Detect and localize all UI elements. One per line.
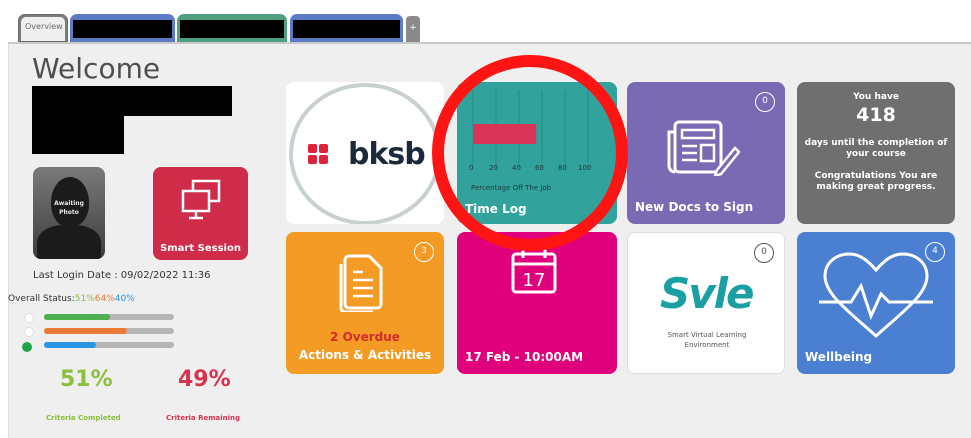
page-title: Welcome	[32, 52, 161, 85]
criteria-remaining-label: Criteria Remaining	[166, 414, 241, 422]
progress-fill-2	[44, 328, 128, 334]
newspaper-icon	[667, 120, 741, 176]
redacted-tab-label	[180, 20, 284, 38]
course-line-3: your course	[846, 149, 906, 159]
criteria-completed-label: Criteria Completed	[46, 414, 121, 422]
calendar-icon: 17	[511, 249, 557, 294]
monitors-icon	[181, 179, 221, 220]
svle-count-badge: 0	[754, 243, 774, 263]
avatar-text-line1: Awaiting	[54, 200, 84, 207]
tab-overview-label: Overview	[21, 17, 65, 41]
bksb-logo-text: bksb	[348, 137, 426, 172]
course-days: 418	[856, 104, 896, 126]
new-docs-label: New Docs to Sign	[635, 200, 754, 214]
redacted-tab-label	[73, 20, 172, 38]
last-login-date: Last Login Date : 09/02/2022 11:36	[33, 270, 211, 281]
new-docs-tile[interactable]: 0 New Docs to Sign	[627, 82, 785, 224]
progress-fill-3	[44, 342, 96, 348]
course-line-1: You have	[853, 92, 899, 102]
actions-tile[interactable]: 3 2 Overdue Actions & Activities	[286, 232, 444, 374]
tab-bar: Overview +	[0, 0, 971, 42]
criteria-completed-value: 51%	[60, 367, 113, 392]
svle-logo: Svle	[660, 269, 755, 318]
status-dot-3	[22, 342, 32, 352]
overall-status: Overall Status:51%64%40%	[8, 294, 135, 304]
next-session-label: 17 Feb - 10:00AM	[465, 350, 584, 364]
annotation-circle	[432, 55, 628, 251]
redacted-user-name	[32, 86, 232, 116]
tab-overview[interactable]: Overview	[18, 14, 68, 42]
status-dot-2	[24, 327, 34, 337]
course-line-4: Congratulations You are	[814, 171, 938, 181]
tab-redacted-3[interactable]	[290, 14, 403, 42]
criteria-remaining-value: 49%	[178, 367, 231, 392]
avatar-text-line2: Photo	[59, 209, 79, 216]
next-session-tile[interactable]: 17 17 Feb - 10:00AM	[457, 232, 617, 374]
tab-redacted-2[interactable]	[177, 14, 287, 42]
redacted-user-detail	[32, 116, 124, 154]
progress-fill-1	[44, 314, 111, 320]
course-line-5: making great progress.	[816, 182, 936, 192]
progress-bar-2	[44, 328, 174, 334]
svle-tile[interactable]: 0 Svle Smart Virtual Learning Environmen…	[627, 232, 785, 374]
progress-bar-3	[44, 342, 174, 348]
bksb-logo-icon	[308, 144, 328, 164]
overall-status-label: Overall Status:	[8, 294, 75, 304]
calendar-day: 17	[523, 270, 546, 291]
course-countdown-tile: You have 418 days until the completion o…	[797, 82, 955, 224]
redacted-tab-label	[293, 20, 400, 38]
status-value-3: 40%	[114, 294, 135, 304]
overdue-count: 2 Overdue	[330, 330, 400, 344]
smart-session-label: Smart Session	[160, 243, 241, 254]
avatar-placeholder-text: Awaiting Photo	[33, 199, 105, 217]
tab-redacted-1[interactable]	[70, 14, 175, 42]
bksb-tile[interactable]: bksb	[286, 82, 444, 224]
documents-icon	[339, 254, 383, 312]
docs-count-badge: 0	[755, 92, 775, 112]
course-line-2: days until the completion of	[804, 138, 948, 148]
svle-caption-1: Smart Virtual Learning	[667, 331, 747, 339]
status-dot-1	[24, 313, 34, 323]
status-value-1: 51%	[74, 294, 95, 304]
avatar-body	[37, 225, 101, 259]
heartbeat-icon	[819, 252, 933, 339]
avatar: Awaiting Photo	[33, 167, 105, 259]
status-value-2: 64%	[94, 294, 115, 304]
add-tab-button[interactable]: +	[406, 16, 420, 42]
svle-caption-2: Environment	[684, 341, 730, 349]
wellbeing-label: Wellbeing	[805, 350, 873, 364]
actions-label: Actions & Activities	[298, 348, 432, 362]
wellbeing-tile[interactable]: 4 Wellbeing	[797, 232, 955, 374]
actions-count-badge: 3	[414, 242, 434, 262]
progress-bar-1	[44, 314, 174, 320]
smart-session-button[interactable]: Smart Session	[153, 167, 248, 260]
